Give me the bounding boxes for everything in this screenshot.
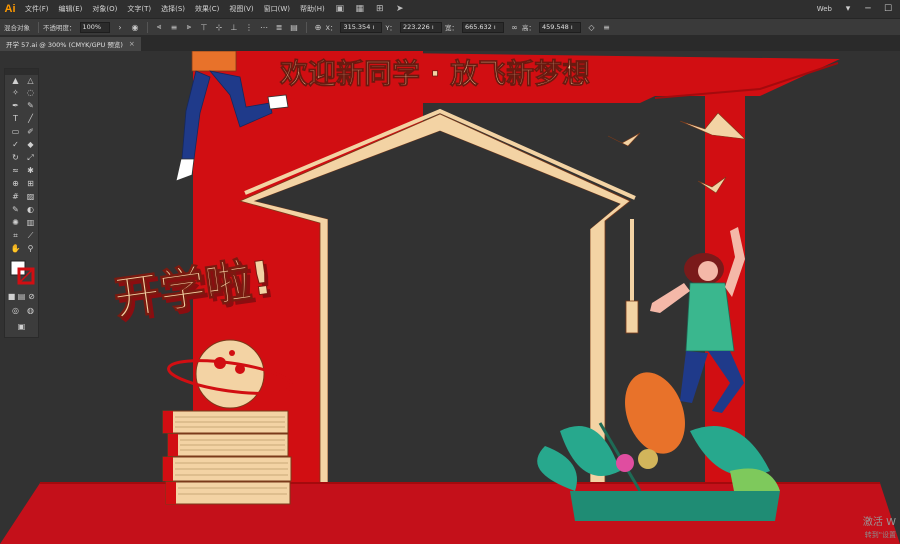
menu-window[interactable]: 窗口(W) bbox=[259, 4, 295, 14]
transform-icon[interactable]: ⊕ bbox=[313, 22, 324, 33]
control-bar: 混合对象 不透明度： 100% › ◉ ⫷ ≡ ⫸ ⊤ ⊹ ⊥ ⋮ ⋯ ≣ ▤ … bbox=[0, 19, 900, 36]
y-field[interactable]: 223.226 ı bbox=[399, 21, 442, 33]
h-label: 高： bbox=[521, 24, 535, 32]
chevron-right-icon[interactable]: › bbox=[115, 22, 126, 33]
align-middle-icon[interactable]: ⊹ bbox=[214, 22, 225, 33]
mesh-tool-icon[interactable]: # bbox=[9, 191, 22, 202]
shape-builder-icon[interactable]: ⊕ bbox=[9, 178, 22, 189]
draw-mode-icon[interactable]: ◎ bbox=[9, 305, 22, 316]
canvas[interactable]: 开学啦! 开学啦! 欢迎新同学 · 放飞新梦想 bbox=[0, 51, 900, 544]
object-type-label: 混合对象 bbox=[4, 24, 30, 32]
x-label: X： bbox=[325, 24, 337, 32]
width-tool-icon[interactable]: ≈ bbox=[9, 165, 22, 176]
menu-file[interactable]: 文件(F) bbox=[20, 4, 54, 14]
divider bbox=[38, 21, 39, 33]
w-field[interactable]: 665.632 ı bbox=[461, 21, 504, 33]
align-right-icon[interactable]: ⫸ bbox=[184, 22, 195, 33]
divider bbox=[305, 21, 307, 33]
shape-icon[interactable]: ◇ bbox=[586, 22, 597, 33]
none-mode-icon[interactable]: ⊘ bbox=[27, 291, 36, 302]
curvature-tool-icon[interactable]: ✎ bbox=[24, 100, 37, 111]
menu-edit[interactable]: 编辑(E) bbox=[54, 4, 88, 14]
divider bbox=[146, 21, 148, 33]
grid-icon[interactable]: ⊞ bbox=[373, 3, 387, 15]
distribute-vertical-icon[interactable]: ≣ bbox=[274, 22, 285, 33]
eyedropper-icon[interactable]: ✎ bbox=[9, 204, 22, 215]
menu-view[interactable]: 视图(V) bbox=[224, 4, 258, 14]
gradient-mode-icon[interactable]: ▤ bbox=[17, 291, 26, 302]
tool-panel: ▲ △ ✧ ◌ ✒ ✎ T ╱ ▭ ✐ ✓ ◆ ↻ ⤢ ≈ ✱ ⊕ ⊞ # ▨ … bbox=[4, 68, 39, 338]
draw-behind-icon[interactable]: ◍ bbox=[24, 305, 37, 316]
puppet-warp-icon[interactable]: ✱ bbox=[24, 165, 37, 176]
magic-wand-icon[interactable]: ✧ bbox=[9, 87, 22, 98]
lasso-tool-icon[interactable]: ◌ bbox=[24, 87, 37, 98]
align-bottom-icon[interactable]: ⊥ bbox=[229, 22, 240, 33]
chevron-down-icon[interactable]: ▾ bbox=[840, 4, 856, 14]
color-mode-icon[interactable]: ■ bbox=[7, 291, 16, 302]
opacity-label: 不透明度： bbox=[43, 24, 76, 32]
document-tab[interactable]: 开学 57.ai @ 300% (CMYK/GPU 预览) × bbox=[0, 37, 141, 51]
screen-mode-icon[interactable]: ▣ bbox=[15, 321, 28, 332]
perspective-grid-icon[interactable]: ⊞ bbox=[24, 178, 37, 189]
app-logo: Ai bbox=[4, 3, 16, 15]
recolor-icon[interactable]: ◉ bbox=[130, 22, 141, 33]
symbol-sprayer-icon[interactable]: ✺ bbox=[9, 217, 22, 228]
type-tool-icon[interactable]: T bbox=[9, 113, 22, 124]
menu-select[interactable]: 选择(S) bbox=[156, 4, 190, 14]
panel-menu-icon[interactable]: ≡ bbox=[601, 22, 612, 33]
books-stack[interactable] bbox=[162, 410, 292, 505]
send-icon[interactable]: ➤ bbox=[393, 3, 407, 15]
bridge-icon[interactable]: ▣ bbox=[333, 3, 347, 15]
tab-bar: 开学 57.ai @ 300% (CMYK/GPU 预览) × bbox=[0, 36, 900, 51]
selection-tool-icon[interactable]: ▲ bbox=[9, 75, 22, 86]
shaper-tool-icon[interactable]: ✓ bbox=[9, 139, 22, 150]
artwork[interactable]: 开学啦! 开学啦! 欢迎新同学 · 放飞新梦想 bbox=[0, 51, 900, 544]
x-field[interactable]: 315.354 ı bbox=[340, 21, 383, 33]
w-label: 宽： bbox=[444, 24, 458, 32]
paintbrush-tool-icon[interactable]: ✐ bbox=[24, 126, 37, 137]
rectangle-tool-icon[interactable]: ▭ bbox=[9, 126, 22, 137]
distribute-icon[interactable]: ⋮ bbox=[244, 22, 255, 33]
menu-effect[interactable]: 效果(C) bbox=[190, 4, 224, 14]
menu-object[interactable]: 对象(O) bbox=[87, 4, 122, 14]
slice-tool-icon[interactable]: ⟋ bbox=[24, 230, 37, 241]
hand-tool-icon[interactable]: ✋ bbox=[9, 243, 22, 254]
y-label: Y： bbox=[385, 24, 396, 32]
activation-watermark: 激活 W bbox=[862, 517, 896, 528]
h-field[interactable]: 459.548 ı bbox=[538, 21, 581, 33]
rotate-tool-icon[interactable]: ↻ bbox=[9, 152, 22, 163]
align-center-icon[interactable]: ≡ bbox=[169, 22, 180, 33]
blend-tool-icon[interactable]: ◐ bbox=[24, 204, 37, 215]
maximize-icon[interactable]: ☐ bbox=[880, 4, 896, 14]
close-icon[interactable]: × bbox=[129, 40, 135, 48]
menu-bar: Ai 文件(F) 编辑(E) 对象(O) 文字(T) 选择(S) 效果(C) 视… bbox=[0, 0, 900, 19]
direct-selection-tool-icon[interactable]: △ bbox=[24, 75, 37, 86]
document-tab-title: 开学 57.ai @ 300% (CMYK/GPU 预览) bbox=[6, 41, 123, 49]
scale-tool-icon[interactable]: ⤢ bbox=[24, 152, 37, 163]
zoom-tool-icon[interactable]: ⚲ bbox=[24, 243, 37, 254]
activation-watermark-sub: 转到"设置 bbox=[864, 531, 896, 539]
line-tool-icon[interactable]: ╱ bbox=[24, 113, 37, 124]
menu-help[interactable]: 帮助(H) bbox=[295, 4, 330, 14]
opacity-field[interactable]: 100% bbox=[79, 21, 110, 33]
artboard-tool-icon[interactable]: ⌗ bbox=[9, 230, 22, 241]
stock-icon[interactable]: ▦ bbox=[353, 3, 367, 15]
menu-type[interactable]: 文字(T) bbox=[122, 4, 156, 14]
align-top-icon[interactable]: ⊤ bbox=[199, 22, 210, 33]
eraser-tool-icon[interactable]: ◆ bbox=[24, 139, 37, 150]
align-left-icon[interactable]: ⫷ bbox=[154, 22, 165, 33]
pen-tool-icon[interactable]: ✒ bbox=[9, 100, 22, 111]
workspace-switcher[interactable]: Web bbox=[813, 5, 836, 13]
column-graph-icon[interactable]: ▥ bbox=[24, 217, 37, 228]
fill-stroke-icon[interactable] bbox=[9, 259, 35, 285]
link-icon[interactable]: ∞ bbox=[509, 22, 520, 33]
distribute-horizontal-icon[interactable]: ⋯ bbox=[259, 22, 270, 33]
align-to-icon[interactable]: ▤ bbox=[289, 22, 300, 33]
banner-text: 欢迎新同学 · 放飞新梦想 bbox=[279, 57, 590, 90]
minimize-icon[interactable]: ─ bbox=[860, 4, 876, 14]
gradient-tool-icon[interactable]: ▨ bbox=[24, 191, 37, 202]
